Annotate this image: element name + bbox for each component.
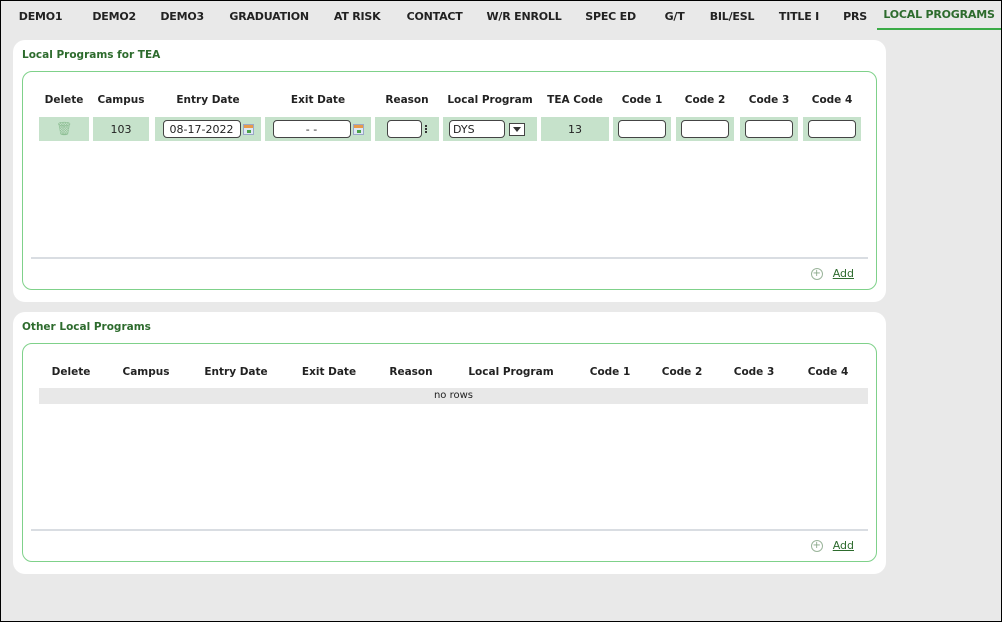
col-code2: Code 2 bbox=[661, 366, 703, 378]
tab-prs[interactable]: PRS bbox=[833, 1, 877, 31]
tab-gt[interactable]: G/T bbox=[650, 1, 699, 31]
code2-input[interactable] bbox=[681, 120, 729, 138]
col-local-program: Local Program bbox=[468, 366, 554, 378]
tea-programs-title: Local Programs for TEA bbox=[22, 49, 161, 61]
exit-date-cell: - - bbox=[265, 117, 371, 141]
tab-local-programs[interactable]: LOCAL PROGRAMS bbox=[877, 1, 1001, 30]
col-tea-code: TEA Code bbox=[547, 94, 603, 106]
calendar-icon[interactable] bbox=[352, 123, 364, 135]
add-row: + Add bbox=[810, 539, 854, 552]
code3-input[interactable] bbox=[745, 120, 793, 138]
tab-title-i[interactable]: TITLE I bbox=[765, 1, 833, 31]
col-code4: Code 4 bbox=[811, 94, 853, 106]
col-delete: Delete bbox=[44, 94, 84, 106]
other-programs-panel: Other Local Programs Delete Campus Entry… bbox=[13, 312, 886, 574]
delete-cell: 🗑 bbox=[39, 117, 89, 141]
other-programs-table: Delete Campus Entry Date Exit Date Reaso… bbox=[22, 343, 877, 562]
add-row: + Add bbox=[810, 267, 854, 280]
tab-wr-enroll[interactable]: W/R ENROLL bbox=[477, 1, 571, 31]
campus-cell: 103 bbox=[93, 117, 149, 141]
col-delete: Delete bbox=[51, 366, 91, 378]
tab-at-risk[interactable]: AT RISK bbox=[322, 1, 392, 31]
tea-code-cell: 13 bbox=[541, 117, 609, 141]
code4-input[interactable] bbox=[808, 120, 856, 138]
reason-cell bbox=[375, 117, 439, 141]
col-code3: Code 3 bbox=[733, 366, 775, 378]
code2-cell bbox=[676, 117, 734, 141]
col-code3: Code 3 bbox=[748, 94, 790, 106]
code1-cell bbox=[613, 117, 671, 141]
calendar-icon[interactable] bbox=[242, 123, 254, 135]
col-entry-date: Entry Date bbox=[176, 94, 240, 106]
divider bbox=[31, 529, 868, 531]
col-reason: Reason bbox=[389, 366, 433, 378]
local-program-cell: DYS bbox=[443, 117, 537, 141]
col-local-program: Local Program bbox=[447, 94, 533, 106]
col-campus: Campus bbox=[97, 94, 145, 106]
tab-bil-esl[interactable]: BIL/ESL bbox=[699, 1, 765, 31]
entry-date-input[interactable]: 08-17-2022 bbox=[162, 120, 241, 138]
table-header: Delete Campus Entry Date Exit Date Reaso… bbox=[23, 366, 876, 382]
col-code2: Code 2 bbox=[684, 94, 726, 106]
tab-demo2[interactable]: DEMO2 bbox=[80, 1, 148, 31]
col-entry-date: Entry Date bbox=[204, 366, 268, 378]
trash-icon[interactable]: 🗑 bbox=[56, 122, 73, 137]
add-button[interactable]: Add bbox=[833, 539, 854, 552]
col-code1: Code 1 bbox=[589, 366, 631, 378]
tea-programs-table: Delete Campus Entry Date Exit Date Reaso… bbox=[22, 71, 877, 290]
empty-state: no rows bbox=[39, 388, 868, 404]
divider bbox=[31, 257, 868, 259]
col-code4: Code 4 bbox=[807, 366, 849, 378]
col-campus: Campus bbox=[122, 366, 170, 378]
more-options-icon[interactable] bbox=[425, 125, 427, 133]
code4-cell bbox=[803, 117, 861, 141]
tab-spec-ed[interactable]: SPEC ED bbox=[571, 1, 650, 31]
add-circle-icon[interactable]: + bbox=[810, 267, 823, 280]
col-exit-date: Exit Date bbox=[290, 94, 346, 106]
col-exit-date: Exit Date bbox=[301, 366, 357, 378]
code3-cell bbox=[740, 117, 798, 141]
tab-graduation[interactable]: GRADUATION bbox=[216, 1, 322, 31]
local-program-select[interactable]: DYS bbox=[449, 120, 505, 138]
reason-input[interactable] bbox=[387, 120, 422, 138]
add-button[interactable]: Add bbox=[833, 267, 854, 280]
tab-bar: DEMO1 DEMO2 DEMO3 GRADUATION AT RISK CON… bbox=[1, 1, 1001, 31]
tab-demo3[interactable]: DEMO3 bbox=[148, 1, 216, 31]
col-code1: Code 1 bbox=[621, 94, 663, 106]
code1-input[interactable] bbox=[618, 120, 666, 138]
tea-programs-panel: Local Programs for TEA Delete Campus Ent… bbox=[13, 40, 886, 302]
exit-date-input[interactable]: - - bbox=[272, 120, 351, 138]
add-circle-icon[interactable]: + bbox=[810, 539, 823, 552]
table-header: Delete Campus Entry Date Exit Date Reaso… bbox=[23, 94, 876, 110]
entry-date-cell: 08-17-2022 bbox=[155, 117, 261, 141]
tab-contact[interactable]: CONTACT bbox=[392, 1, 477, 31]
col-reason: Reason bbox=[385, 94, 429, 106]
tab-demo1[interactable]: DEMO1 bbox=[1, 1, 80, 31]
dropdown-arrow-icon[interactable] bbox=[509, 122, 525, 136]
other-programs-title: Other Local Programs bbox=[22, 321, 151, 333]
